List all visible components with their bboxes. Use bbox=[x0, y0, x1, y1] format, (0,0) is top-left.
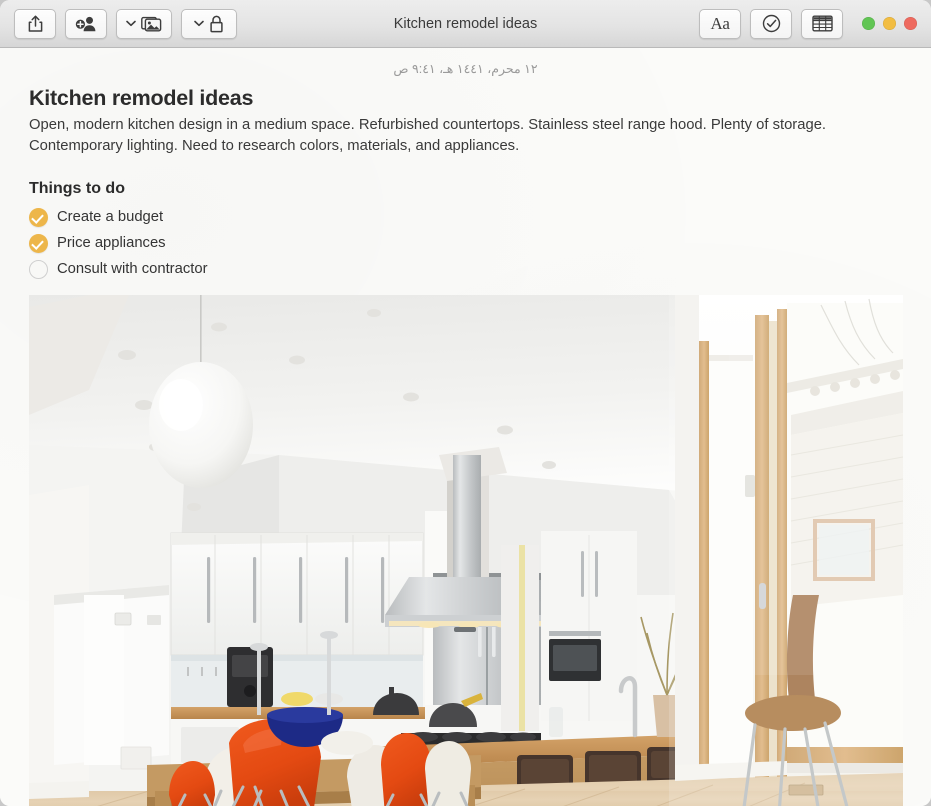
add-people-button[interactable] bbox=[65, 8, 107, 39]
kitchen-photo-attachment[interactable] bbox=[29, 295, 903, 806]
checklist-item-label: Price appliances bbox=[57, 235, 166, 252]
format-button[interactable]: Aa bbox=[699, 8, 741, 39]
table-icon bbox=[811, 15, 833, 32]
zoom-button[interactable] bbox=[862, 17, 875, 30]
lock-icon bbox=[209, 15, 224, 33]
share-icon bbox=[27, 15, 44, 33]
format-aa-icon: Aa bbox=[710, 14, 730, 33]
media-button[interactable] bbox=[116, 8, 172, 39]
checklist-item-label: Create a budget bbox=[57, 209, 164, 226]
note-timestamp: ١٢ محرم، ١٤٤١ هـ، ٩:٤١ ص bbox=[393, 62, 538, 76]
list-item[interactable]: Price appliances bbox=[29, 230, 902, 256]
close-button[interactable] bbox=[904, 17, 917, 30]
media-icon bbox=[141, 15, 162, 32]
chevron-down-icon bbox=[194, 20, 204, 27]
share-button[interactable] bbox=[14, 8, 56, 39]
list-item[interactable]: Consult with contractor bbox=[29, 256, 902, 282]
notes-window: Kitchen remodel ideas Aa ١٢ محرم، ١٤٤١ ه… bbox=[0, 0, 931, 806]
checkbox-checked[interactable] bbox=[29, 207, 48, 227]
checkbox-unchecked[interactable] bbox=[29, 259, 48, 279]
minimize-button[interactable] bbox=[883, 17, 896, 30]
toolbar-left-group bbox=[14, 8, 237, 39]
checklist-icon bbox=[762, 14, 781, 33]
add-person-icon bbox=[75, 15, 98, 33]
checklist-heading: Things to do bbox=[29, 180, 125, 198]
window-toolbar: Kitchen remodel ideas Aa bbox=[0, 0, 931, 48]
note-title: Kitchen remodel ideas bbox=[29, 86, 254, 110]
lock-button[interactable] bbox=[181, 8, 237, 39]
checkbox-checked[interactable] bbox=[29, 233, 48, 253]
table-button[interactable] bbox=[801, 8, 843, 39]
note-content[interactable]: ١٢ محرم، ١٤٤١ هـ، ٩:٤١ ص Kitchen remodel… bbox=[0, 48, 931, 806]
checklist-button[interactable] bbox=[750, 8, 792, 39]
chevron-down-icon bbox=[126, 20, 136, 27]
checklist-item-label: Consult with contractor bbox=[57, 261, 208, 278]
list-item[interactable]: Create a budget bbox=[29, 204, 902, 230]
note-body-text: Open, modern kitchen design in a medium … bbox=[29, 117, 827, 155]
toolbar-right-group: Aa bbox=[699, 8, 917, 39]
traffic-lights bbox=[862, 17, 917, 30]
kitchen-photo bbox=[29, 295, 903, 806]
